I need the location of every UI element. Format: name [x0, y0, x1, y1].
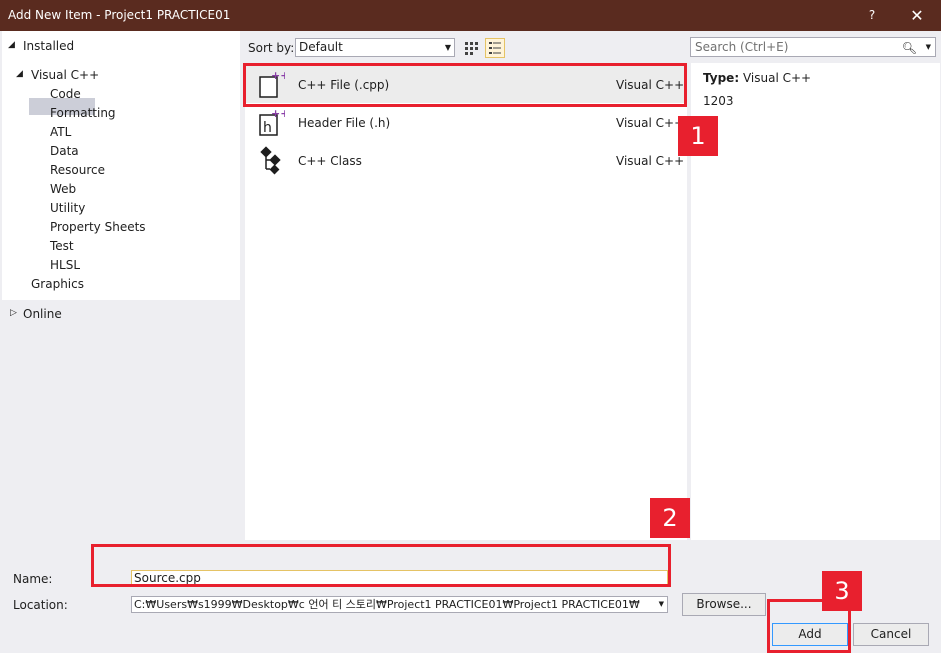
online-section: ▷ Online — [2, 300, 240, 540]
expanded-arrow-icon[interactable]: ◢ — [8, 40, 15, 50]
annotation-box-2 — [91, 544, 671, 587]
chevron-down-icon[interactable]: ▼ — [655, 597, 664, 612]
sort-label: Sort by: — [248, 41, 295, 55]
window-title: Add New Item - Project1 PRACTICE01 — [8, 8, 231, 22]
grid-view-icon — [465, 42, 478, 55]
browse-button[interactable]: Browse... — [682, 593, 766, 616]
list-view-button[interactable] — [485, 38, 505, 58]
collapsed-arrow-icon[interactable]: ▷ — [10, 308, 17, 318]
tree-node-graphics[interactable]: Graphics — [31, 277, 84, 291]
tree-node-web[interactable]: Web — [50, 182, 76, 196]
item-language: Visual C++ — [616, 116, 685, 130]
list-item-cpp-class[interactable]: C++ Class Visual C++ — [245, 141, 687, 179]
template-id: 1203 — [703, 94, 734, 108]
tree-node-atl[interactable]: ATL — [50, 125, 71, 139]
type-label: Type: — [703, 71, 740, 85]
type-value: Visual C++ — [742, 71, 812, 85]
list-item-header-file[interactable]: h ++ Header File (.h) Visual C++ — [245, 103, 687, 141]
grid-view-button[interactable] — [461, 38, 481, 58]
cancel-button[interactable]: Cancel — [853, 623, 929, 646]
item-language: Visual C++ — [616, 154, 685, 168]
annotation-badge-1: 1 — [678, 116, 718, 156]
annotation-box-1 — [243, 63, 687, 107]
close-button[interactable]: ✕ — [897, 0, 937, 31]
annotation-badge-2: 2 — [650, 498, 690, 538]
search-placeholder: Search (Ctrl+E) — [695, 40, 789, 54]
location-label: Location: — [13, 598, 68, 612]
type-line: Type: Visual C++ — [703, 71, 811, 85]
tree-node-installed[interactable]: Installed — [23, 39, 74, 53]
toolbar: Sort by: Default ▼ Search (Ctrl+E) 🔍︎ ▼ — [240, 31, 940, 63]
tree-node-utility[interactable]: Utility — [50, 201, 85, 215]
title-bar: Add New Item - Project1 PRACTICE01 ? ✕ — [0, 0, 941, 31]
tree-node-formatting[interactable]: Formatting — [50, 106, 116, 120]
list-view-icon — [489, 42, 501, 54]
sort-dropdown[interactable]: Default ▼ — [295, 38, 455, 57]
svg-text:h: h — [263, 120, 272, 136]
header-file-icon: h ++ — [259, 107, 285, 136]
tree-node-online[interactable]: Online — [23, 307, 62, 321]
search-input[interactable]: Search (Ctrl+E) 🔍︎ ▼ — [690, 37, 936, 57]
tree-node-resource[interactable]: Resource — [50, 163, 105, 177]
tree-node-property-sheets[interactable]: Property Sheets — [50, 220, 146, 234]
item-name: Header File (.h) — [298, 116, 391, 130]
help-button[interactable]: ? — [852, 0, 892, 31]
search-icon[interactable]: 🔍︎ — [902, 39, 917, 57]
sort-value: Default — [299, 40, 343, 54]
chevron-down-icon: ▼ — [444, 43, 451, 52]
location-field[interactable]: C:₩Users₩s1999₩Desktop₩c 언어 티 스토리₩Projec… — [131, 596, 668, 613]
item-name: C++ Class — [298, 154, 362, 168]
template-tree: ◢ Installed ◢ Visual C++ Code Formatting… — [2, 31, 240, 300]
chevron-down-icon[interactable]: ▼ — [926, 38, 931, 56]
tree-node-visual-cpp[interactable]: Visual C++ — [31, 68, 99, 82]
tree-node-code[interactable]: Code — [50, 87, 81, 101]
location-value: C:₩Users₩s1999₩Desktop₩c 언어 티 스토리₩Projec… — [134, 598, 640, 611]
details-panel: Type: Visual C++ 1203 — [691, 63, 940, 540]
tree-node-hlsl[interactable]: HLSL — [50, 258, 80, 272]
svg-text:++: ++ — [271, 107, 285, 120]
tree-node-data[interactable]: Data — [50, 144, 79, 158]
annotation-badge-3: 3 — [822, 571, 862, 611]
template-list: ++ C++ File (.cpp) Visual C++ h ++ Heade… — [245, 63, 687, 540]
name-label: Name: — [13, 572, 53, 586]
tree-node-test[interactable]: Test — [50, 239, 74, 253]
class-icon — [260, 146, 281, 175]
expanded-arrow-icon[interactable]: ◢ — [16, 69, 23, 79]
